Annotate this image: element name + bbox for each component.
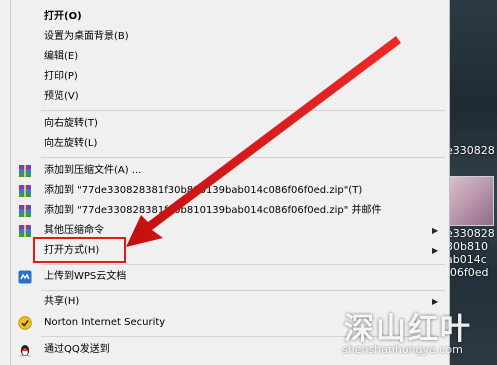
menu-item-edit[interactable]: 编辑(E) <box>11 47 449 67</box>
menu-item-preview[interactable]: 预览(V) <box>11 87 449 107</box>
menu-item-set-wallpaper[interactable]: 设置为桌面背景(B) <box>11 27 449 47</box>
desktop-image-thumbnail[interactable] <box>448 176 494 226</box>
submenu-arrow-icon: ▶ <box>432 246 439 255</box>
menu-separator <box>41 157 445 158</box>
desktop-icon-label: f06f0ed <box>446 266 489 279</box>
winrar-icon <box>19 225 31 237</box>
menu-item-label: Norton Internet Security <box>44 317 166 328</box>
menu-item-label: 打印(P) <box>44 71 78 82</box>
menu-item-print[interactable]: 打印(P) <box>11 67 449 87</box>
norton-icon <box>18 316 32 330</box>
menu-item-label: 向右旋转(T) <box>44 118 98 129</box>
menu-item-label: 共享(H) <box>44 296 80 307</box>
watermark-url: shenshanhongye.com <box>342 343 463 356</box>
menu-separator <box>41 110 445 111</box>
menu-separator <box>41 264 445 265</box>
menu-item-add-zip-email[interactable]: 添加到 "77de330828381f30b810139bab014c086f0… <box>11 201 449 221</box>
menu-separator <box>41 290 445 291</box>
desktop-icon-label: ab014c <box>446 253 487 266</box>
open-with-highlight-box <box>33 237 126 263</box>
menu-item-label: 预览(V) <box>44 91 79 102</box>
menu-item-label: 通过QQ发送到 <box>44 344 110 355</box>
menu-item-label: 打开(O) <box>44 11 82 22</box>
menu-item-label: 添加到 "77de330828381f30b810139bab014c086f0… <box>44 185 363 196</box>
menu-item-label: 向左旋转(L) <box>44 138 98 149</box>
menu-item-rotate-left[interactable]: 向左旋转(L) <box>11 134 449 154</box>
menu-item-add-to-zip[interactable]: 添加到 "77de330828381f30b810139bab014c086f0… <box>11 181 449 201</box>
menu-item-label: 上传到WPS云文档 <box>44 271 127 282</box>
winrar-icon <box>19 185 31 197</box>
desktop-icon-label: e330828 <box>446 227 495 240</box>
menu-item-label: 添加到 "77de330828381f30b810139bab014c086f0… <box>44 205 382 216</box>
wps-cloud-icon <box>18 270 32 284</box>
submenu-arrow-icon: ▶ <box>432 226 439 235</box>
menu-item-open[interactable]: 打开(O) <box>11 7 449 27</box>
menu-item-upload-wps[interactable]: 上传到WPS云文档 <box>11 267 449 287</box>
menu-item-label: 设置为桌面背景(B) <box>44 31 129 42</box>
qq-penguin-icon <box>19 345 31 357</box>
winrar-icon <box>19 205 31 217</box>
menu-item-label: 添加到压缩文件(A) ... <box>44 165 142 176</box>
menu-item-rotate-right[interactable]: 向右旋转(T) <box>11 114 449 134</box>
desktop-icon-label: 30b810 <box>446 240 488 253</box>
winrar-icon <box>19 165 31 177</box>
menu-item-label: 编辑(E) <box>44 51 79 62</box>
desktop-icon-label: e330828 <box>446 144 495 157</box>
menu-item-add-archive[interactable]: 添加到压缩文件(A) ... <box>11 161 449 181</box>
watermark-title: 深山红叶 <box>344 312 472 347</box>
